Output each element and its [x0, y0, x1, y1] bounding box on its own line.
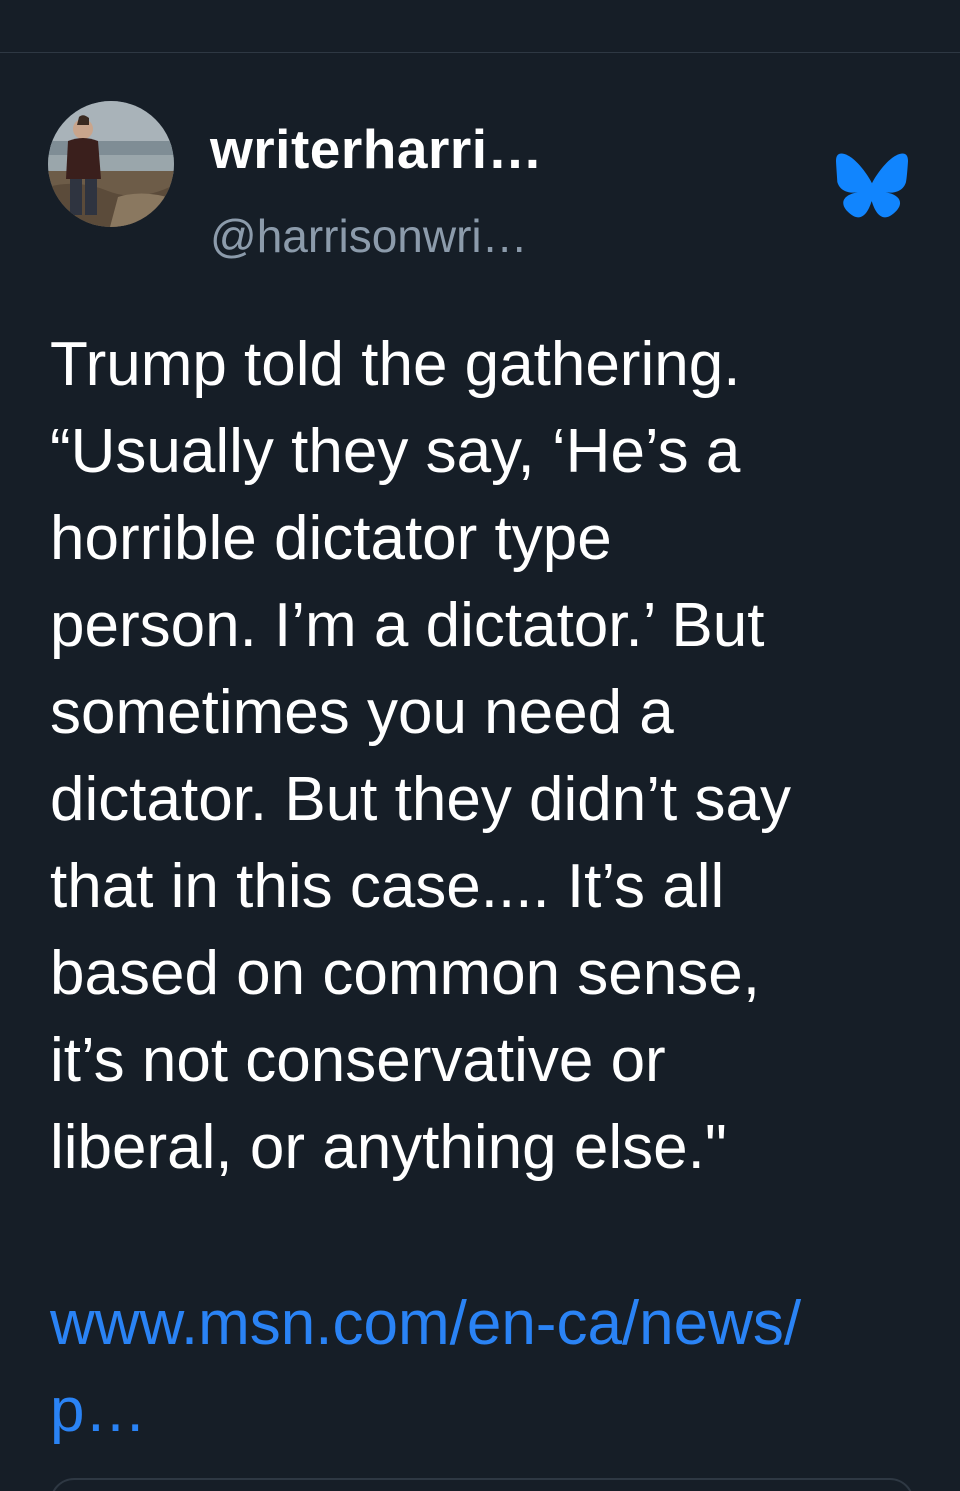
avatar-photo — [48, 101, 174, 227]
post-card[interactable]: writerharri… @harrisonwri… Trump told th… — [0, 53, 960, 1491]
bluesky-butterfly-icon-graphic — [836, 153, 908, 218]
author-display-name[interactable]: writerharri… — [210, 117, 543, 181]
link-preview-card[interactable] — [50, 1478, 914, 1491]
post-link[interactable]: www.msn.com/en-ca/news/ p… — [50, 1280, 930, 1454]
avatar[interactable] — [48, 101, 174, 227]
author-handle[interactable]: @harrisonwri… — [210, 209, 528, 263]
top-bar — [0, 0, 960, 53]
bluesky-butterfly-icon[interactable] — [836, 153, 908, 219]
post-body-text: Trump told the gathering. “Usually they … — [50, 330, 791, 1182]
